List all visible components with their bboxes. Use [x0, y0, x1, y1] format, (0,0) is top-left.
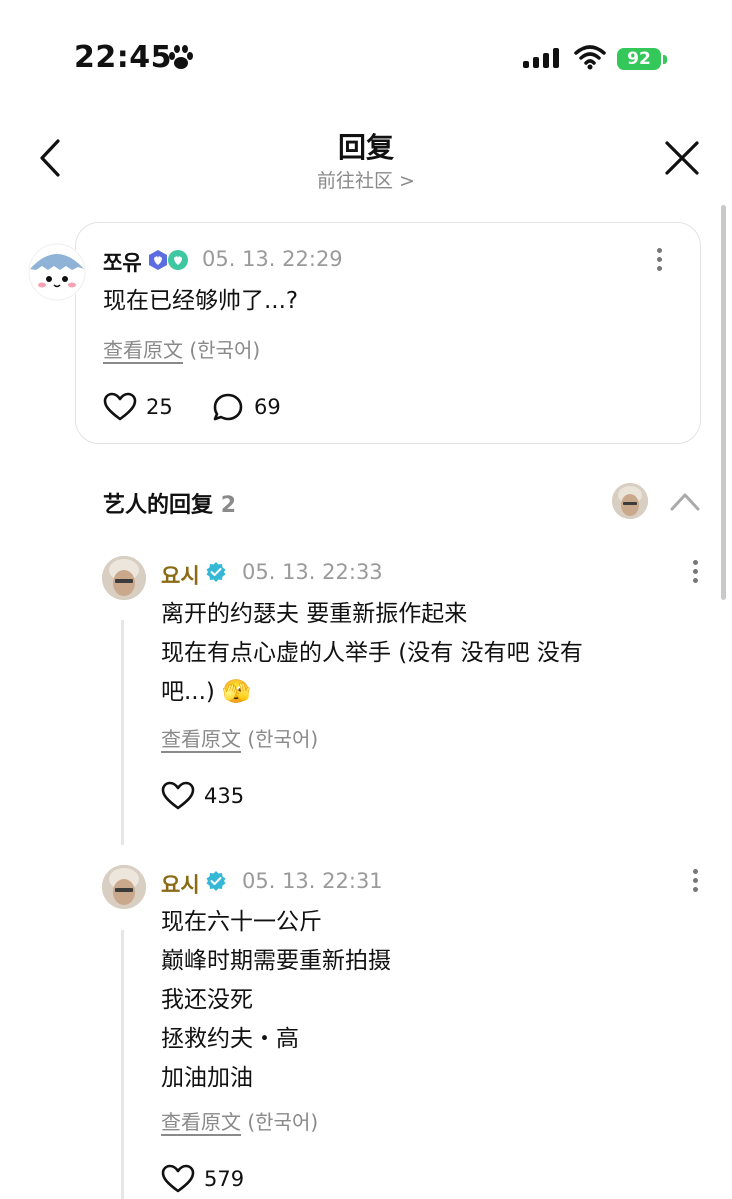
- heart-icon[interactable]: [103, 392, 137, 422]
- page-title: 回复: [337, 131, 394, 164]
- badge-icons: [149, 250, 188, 270]
- reply-line: 巅峰时期需要重新拍摄: [161, 948, 391, 974]
- reply-author[interactable]: 요시: [161, 560, 200, 590]
- verified-icon: [206, 562, 226, 582]
- reply-line: 加油加油: [161, 1065, 253, 1091]
- original-language: (한국어): [189, 338, 261, 362]
- artist-replies-header: 艺人的回复 2: [103, 487, 236, 519]
- artist-replies-title: 艺人的回复: [103, 493, 214, 518]
- heart-icon[interactable]: [161, 781, 195, 811]
- scrollbar[interactable]: [721, 205, 726, 600]
- post-more-icon[interactable]: [655, 248, 663, 274]
- reply-like-count: 579: [204, 1167, 245, 1191]
- view-original-link[interactable]: 查看原文: [161, 727, 241, 751]
- post-comment-count: 69: [254, 395, 281, 419]
- artist-replies-count: 2: [220, 493, 236, 518]
- reply-line: 我还没死: [161, 987, 253, 1013]
- verified-icon: [206, 871, 226, 891]
- battery-icon: 92: [617, 48, 661, 70]
- artist-avatar[interactable]: [102, 865, 146, 909]
- original-language: (한국어): [247, 1110, 319, 1134]
- reply-line: 吧...) 🫣: [161, 679, 251, 705]
- post-text: 现在已经够帅了...?: [103, 288, 299, 314]
- go-to-community-link[interactable]: 前往社区 >: [0, 166, 732, 193]
- signal-icon: [523, 48, 559, 68]
- post-like-count: 25: [146, 395, 173, 419]
- comment-icon[interactable]: [212, 392, 244, 422]
- post-author[interactable]: 쪼유: [103, 247, 142, 277]
- status-time: 22:45: [74, 40, 172, 75]
- reply-like-count: 435: [204, 784, 245, 808]
- reply-more-icon[interactable]: [691, 869, 699, 895]
- reply-date: 05. 13. 22:33: [242, 560, 383, 584]
- post-translate[interactable]: 查看原文 (한국어): [103, 334, 260, 363]
- original-language: (한국어): [247, 727, 319, 751]
- reply-line: 离开的约瑟夫 要重新振作起来: [161, 601, 468, 627]
- reply-author[interactable]: 요시: [161, 869, 200, 899]
- artist-avatar[interactable]: [102, 556, 146, 600]
- reply-line: 现在有点心虚的人举手 (没有 没有吧 没有: [161, 640, 583, 666]
- post-date: 05. 13. 22:29: [202, 247, 343, 271]
- reply-line: 现在六十一公斤: [161, 909, 322, 935]
- reply-line: 拯救约夫・高: [161, 1026, 299, 1052]
- thread-line: [121, 620, 124, 845]
- reply-translate[interactable]: 查看原文 (한국어): [161, 723, 318, 752]
- reply-translate[interactable]: 查看原文 (한국어): [161, 1106, 318, 1135]
- close-icon[interactable]: [662, 138, 702, 178]
- reply-date: 05. 13. 22:31: [242, 869, 383, 893]
- user-avatar[interactable]: [28, 243, 86, 301]
- view-original-link[interactable]: 查看原文: [161, 1110, 241, 1134]
- view-original-link[interactable]: 查看原文: [103, 338, 183, 362]
- chevron-up-icon[interactable]: [668, 488, 702, 514]
- artist-mini-avatar[interactable]: [612, 483, 648, 519]
- reply-more-icon[interactable]: [691, 560, 699, 586]
- wifi-icon: [574, 45, 606, 70]
- heart-icon[interactable]: [161, 1164, 195, 1194]
- paw-icon: [169, 45, 193, 69]
- thread-line: [121, 930, 124, 1199]
- battery-cap: [663, 55, 667, 64]
